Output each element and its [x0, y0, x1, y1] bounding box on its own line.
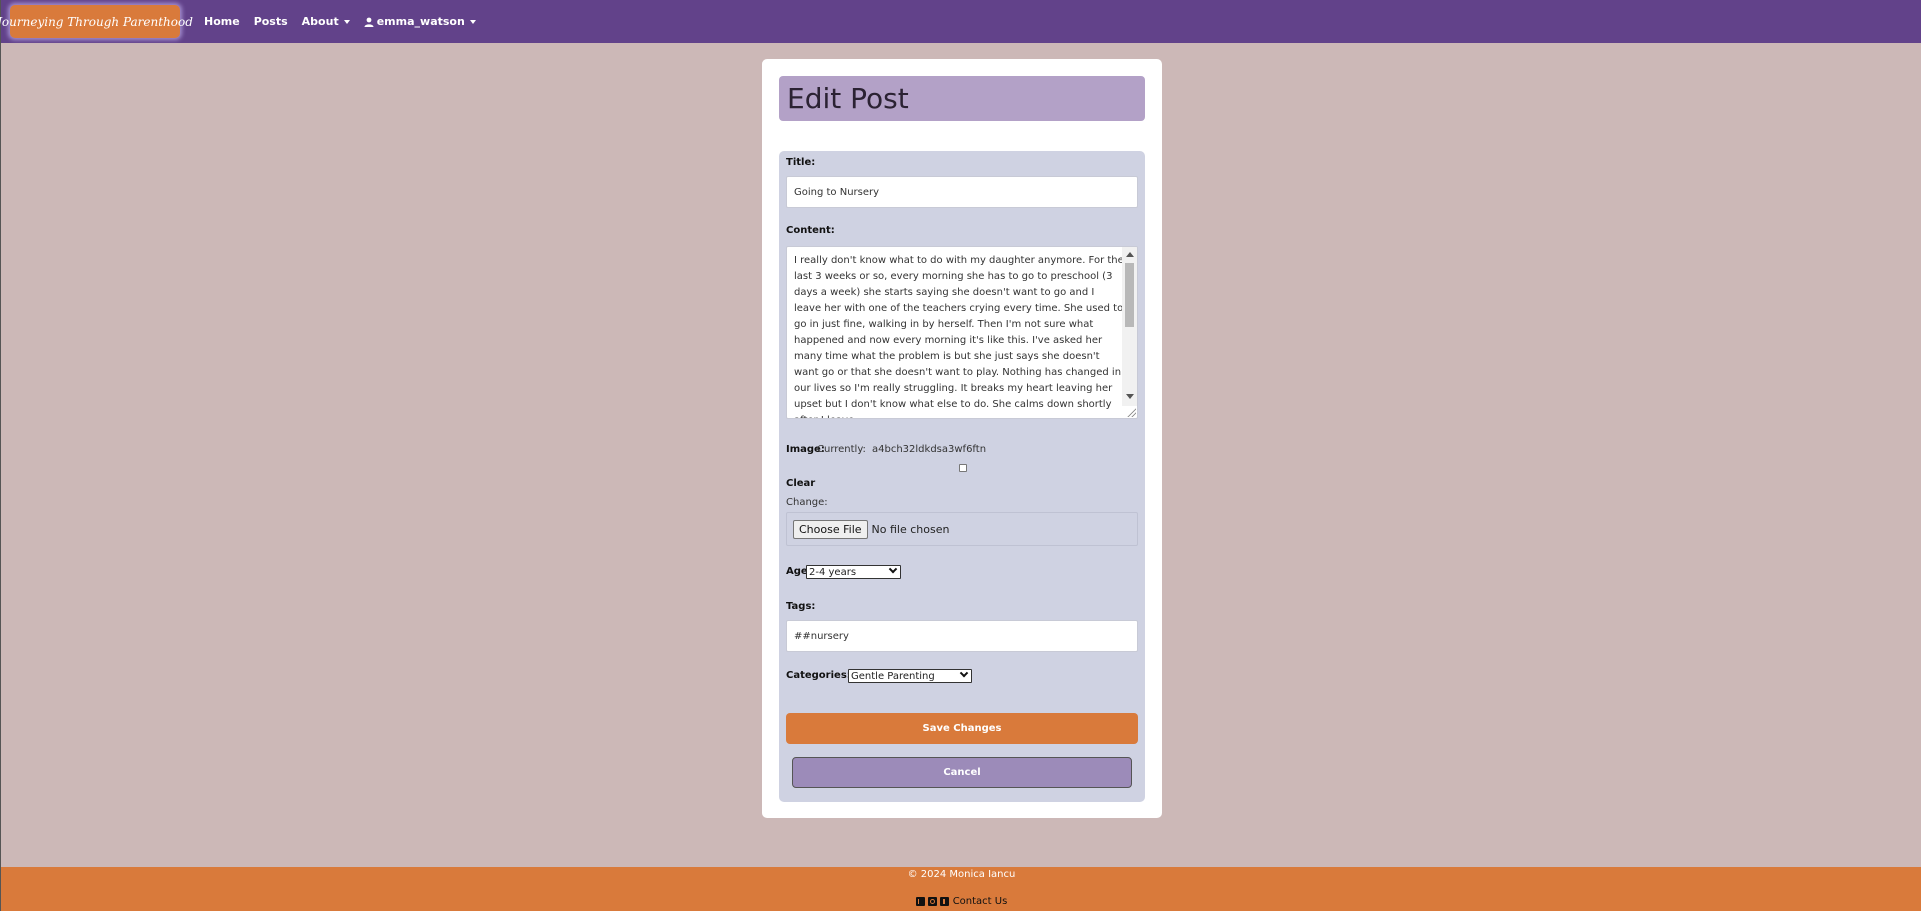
footer-links: Contact Us	[1, 896, 1921, 907]
instagram-icon[interactable]	[927, 897, 937, 906]
file-input[interactable]: Choose File No file chosen	[786, 512, 1138, 546]
nav-user-label: emma_watson	[376, 15, 465, 28]
footer: © 2024 Monica Iancu Contact Us	[1, 867, 1921, 911]
nav-links: Home Posts About emma_watson	[204, 15, 490, 28]
contact-us-link[interactable]: Contact Us	[953, 896, 1008, 907]
title-input[interactable]: Going to Nursery	[786, 176, 1138, 208]
copyright-text: © 2024 Monica Iancu	[907, 869, 1016, 880]
chevron-down-icon	[888, 564, 898, 574]
tiktok-icon[interactable]	[939, 897, 949, 906]
content-text: I really don't know what to do with my d…	[794, 255, 1124, 418]
cancel-button[interactable]: Cancel	[792, 757, 1132, 788]
chevron-down-icon	[469, 19, 476, 24]
navbar: Journeying Through Parenthood Home Posts…	[0, 0, 1921, 43]
nav-home-link[interactable]: Home	[204, 15, 240, 28]
nav-about-label: About	[301, 15, 339, 28]
categories-select-value: Gentle Parenting	[851, 670, 935, 682]
clear-image-checkbox[interactable]	[959, 464, 967, 472]
title-label: Title:	[786, 157, 816, 168]
nav-posts-link[interactable]: Posts	[254, 15, 288, 28]
image-current-prefix: Currently:	[817, 444, 866, 455]
file-status: No file chosen	[871, 522, 950, 536]
user-icon	[364, 17, 374, 27]
edit-post-card: Edit Post Title: Going to Nursery Conten…	[762, 59, 1162, 818]
resize-grip-icon[interactable]	[1126, 407, 1136, 417]
tags-input[interactable]: ##nursery	[786, 620, 1138, 652]
textarea-scrollbar[interactable]	[1122, 247, 1137, 406]
clear-label: Clear	[786, 478, 816, 489]
chevron-down-icon	[959, 668, 969, 678]
content-label: Content:	[786, 225, 835, 236]
categories-select[interactable]: Gentle Parenting	[848, 668, 972, 683]
chevron-down-icon	[343, 19, 350, 24]
change-label: Change:	[786, 497, 828, 508]
choose-file-button[interactable]: Choose File	[793, 519, 868, 539]
edit-post-form: Title: Going to Nursery Content: I reall…	[779, 151, 1145, 802]
nav-about-dropdown[interactable]: About	[302, 15, 350, 28]
scroll-thumb[interactable]	[1125, 263, 1134, 327]
linkedin-icon[interactable]	[915, 897, 925, 906]
scroll-up-arrow-icon[interactable]	[1126, 252, 1134, 257]
brand-logo[interactable]: Journeying Through Parenthood	[0, 5, 193, 38]
age-select-value: 2-4 years	[809, 566, 857, 578]
content-textarea[interactable]: I really don't know what to do with my d…	[786, 246, 1138, 419]
page-title: Edit Post	[787, 82, 909, 115]
age-select[interactable]: 2-4 years	[806, 564, 901, 579]
tags-label: Tags:	[786, 601, 816, 612]
image-current-value[interactable]: a4bch32ldkdsa3wf6ftn	[872, 444, 986, 455]
page-title-box: Edit Post	[779, 76, 1145, 121]
categories-label: Categories:	[786, 670, 851, 681]
save-changes-button[interactable]: Save Changes	[786, 713, 1138, 744]
nav-user-dropdown[interactable]: emma_watson	[364, 15, 476, 28]
scroll-down-arrow-icon[interactable]	[1126, 394, 1134, 399]
